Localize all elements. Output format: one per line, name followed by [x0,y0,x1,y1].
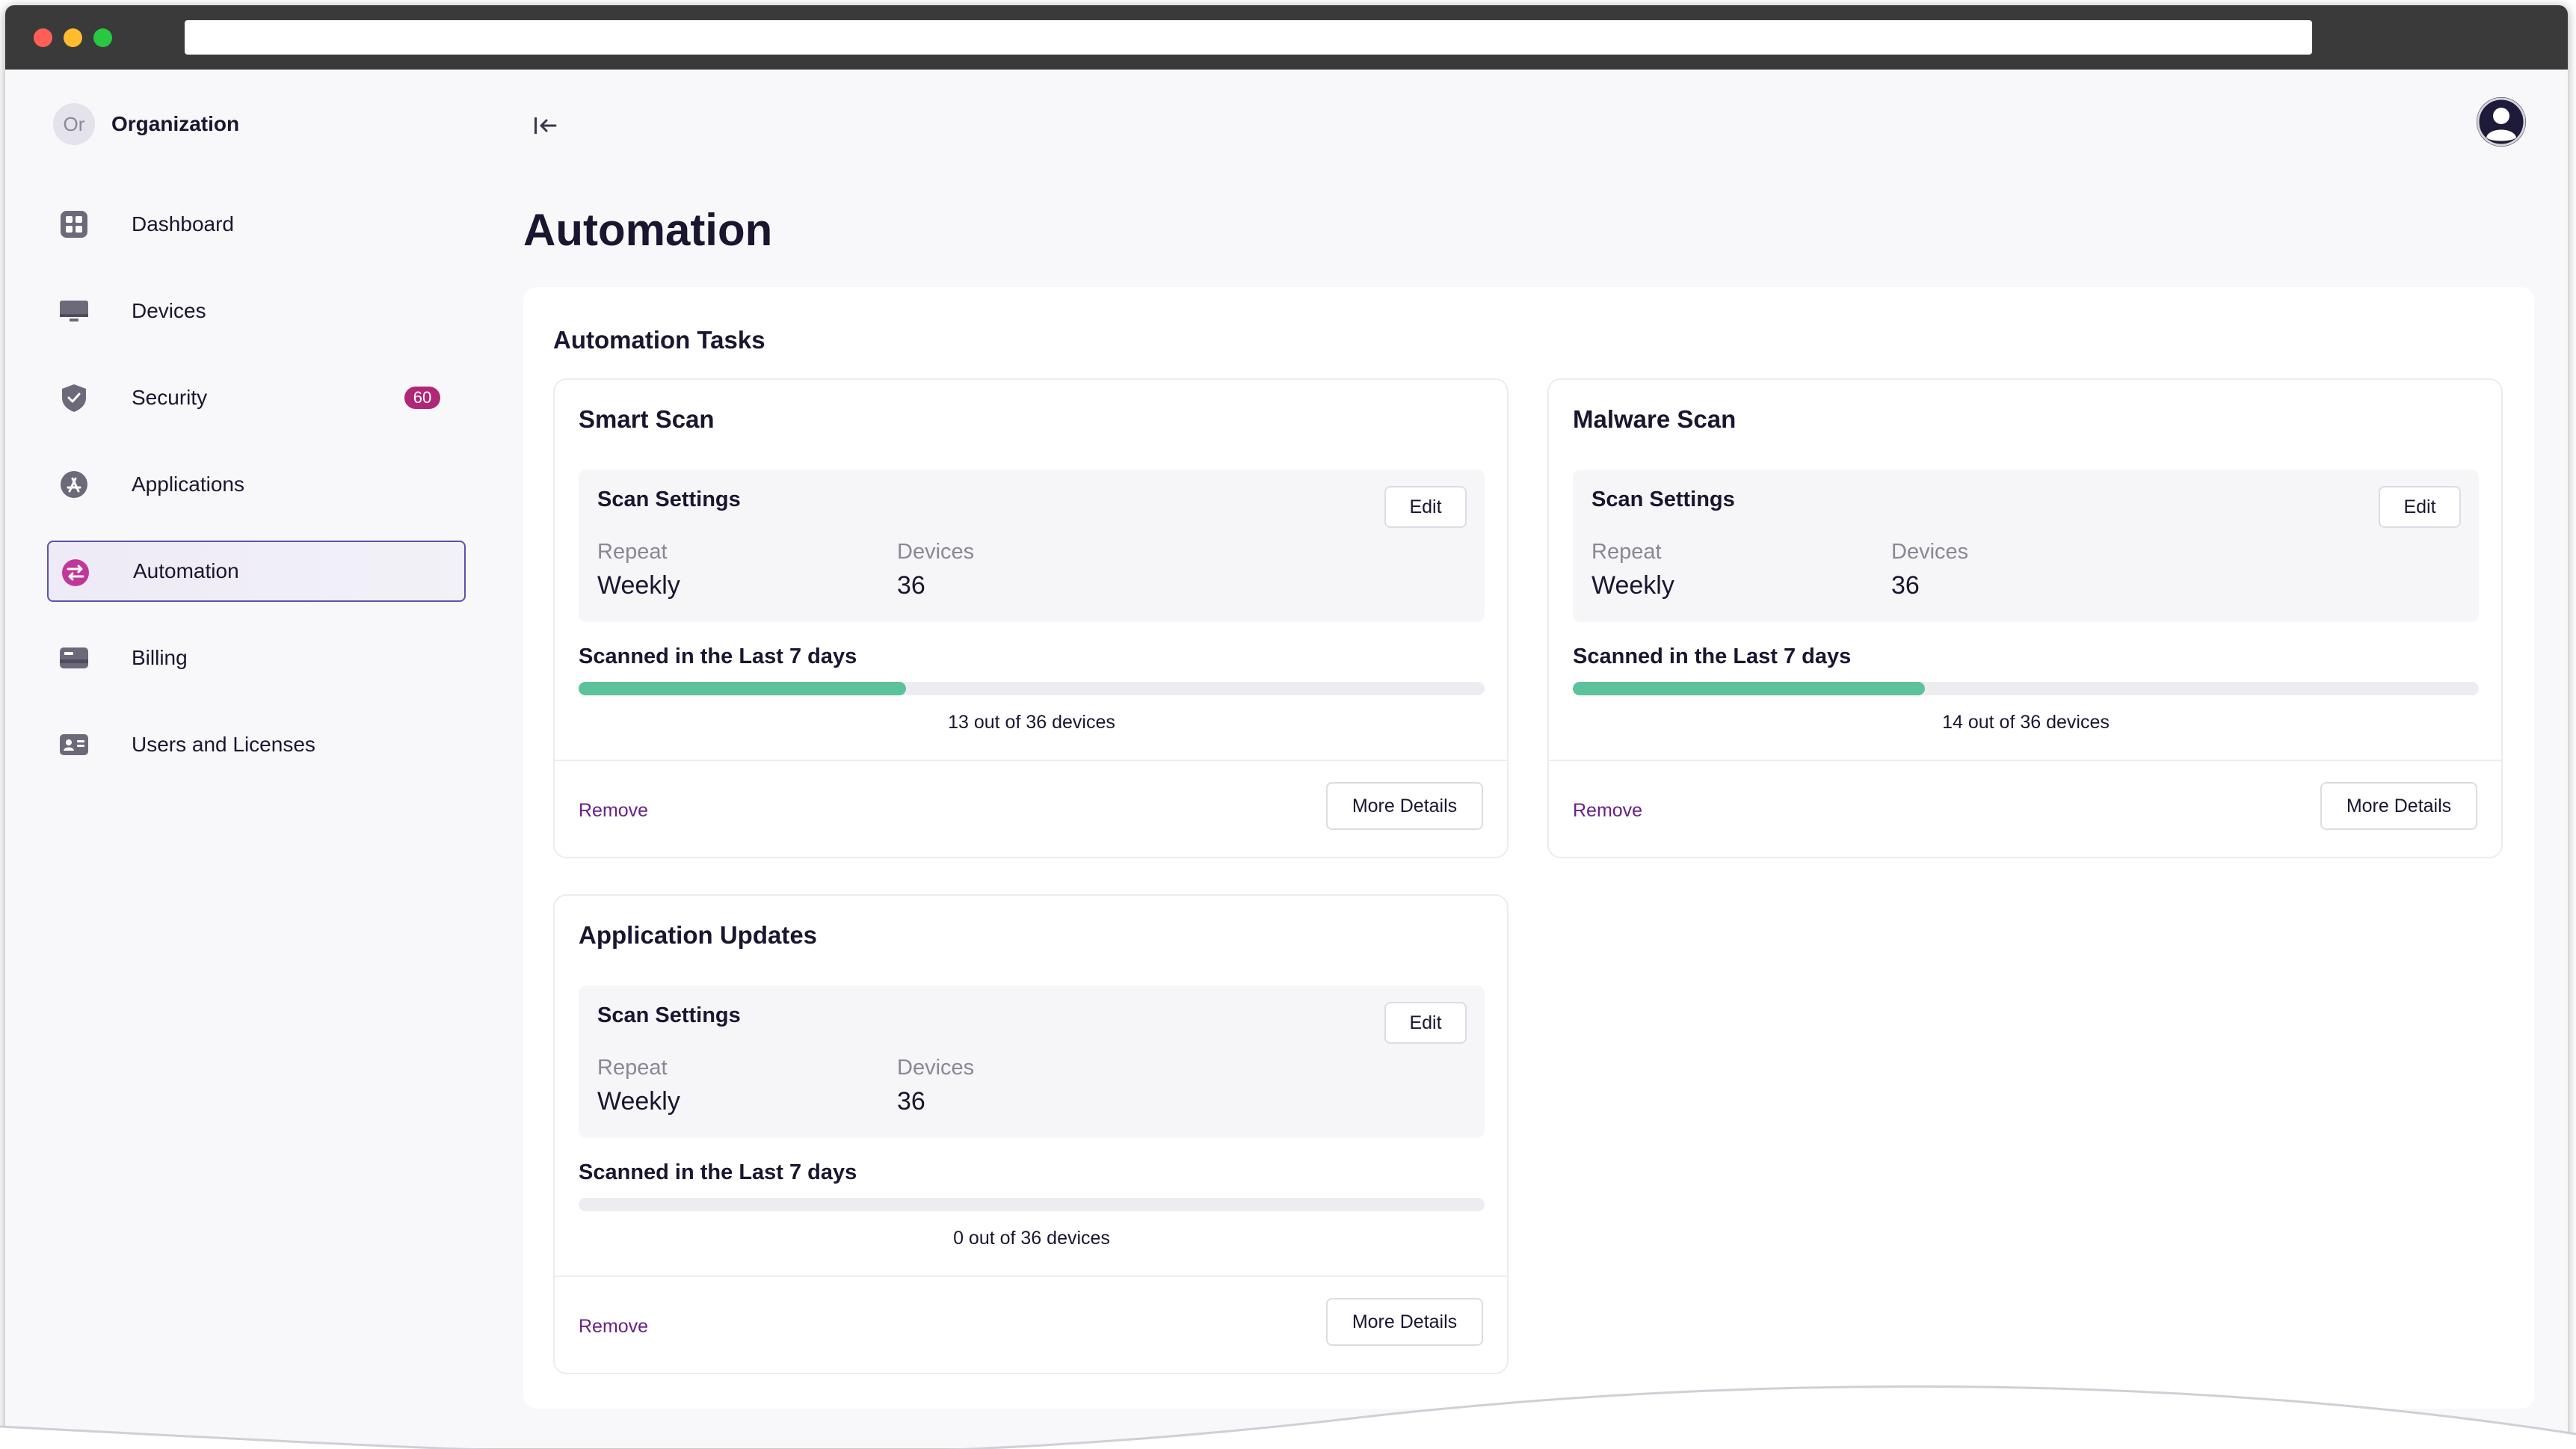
task-card-malware-scan: Malware Scan Scan Settings Edit Repeat W… [1547,378,2503,858]
task-title: Malware Scan [1573,405,1737,433]
repeat-value: Weekly [1591,571,1674,600]
scanned-label: Scanned in the Last 7 days [579,1160,857,1184]
sidebar-item-security[interactable]: Security 60 [47,367,466,428]
app-store-icon [61,471,87,498]
sidebar-item-users-and-licenses[interactable]: Users and Licenses [47,714,466,775]
edit-button[interactable]: Edit [2379,486,2461,528]
settings-title: Scan Settings [597,487,741,511]
monitor-icon [60,301,88,322]
repeat-label: Repeat [1591,540,1662,564]
more-details-button[interactable]: More Details [1326,782,1483,830]
scan-settings-box: Scan Settings Edit Repeat Weekly Devices… [579,985,1485,1138]
minimize-window-button[interactable] [64,28,82,47]
scan-settings-box: Scan Settings Edit Repeat Weekly Devices… [1573,470,2479,622]
remove-link[interactable]: Remove [579,1316,648,1338]
address-bar[interactable] [185,20,2312,55]
devices-label: Devices [1891,540,1969,564]
sidebar-item-devices[interactable]: Devices [47,280,466,342]
browser-titlebar [5,5,2568,70]
organization-switcher[interactable]: Or Organization [53,103,239,145]
shield-icon [62,384,86,412]
sidebar-item-automation[interactable]: Automation [47,541,466,602]
automation-panel: Automation Tasks Smart Scan Scan Setting… [523,287,2534,1409]
sidebar-item-billing[interactable]: Billing [47,627,466,689]
automation-icon [62,559,89,586]
maximize-window-button[interactable] [93,28,112,47]
user-avatar[interactable] [2477,97,2526,147]
page-wave-edge [0,1385,2576,1449]
devices-label: Devices [897,1056,975,1080]
devices-value: 36 [897,571,925,600]
user-icon [2477,97,2526,147]
edit-button[interactable]: Edit [1384,1002,1467,1044]
security-alert-badge: 60 [404,387,440,409]
scan-progress-bar [1573,682,2479,695]
scan-progress-fill [1573,682,1926,695]
close-window-button[interactable] [34,28,52,47]
browser-window: Or Organization Dashboard Devices Securi… [5,5,2568,1448]
sidebar-item-label: Users and Licenses [132,733,315,756]
devices-label: Devices [897,540,975,564]
devices-value: 36 [1891,571,1920,600]
sidebar-item-label: Devices [132,299,206,322]
sidebar-item-label: Billing [132,646,188,669]
scan-progress-bar [579,682,1485,695]
repeat-label: Repeat [597,1056,668,1080]
scan-progress-text: 0 out of 36 devices [953,1228,1110,1249]
billing-icon [60,647,88,668]
devices-value: 36 [897,1087,925,1116]
sidebar-item-dashboard[interactable]: Dashboard [47,194,466,255]
repeat-value: Weekly [597,1087,680,1116]
scan-settings-box: Scan Settings Edit Repeat Weekly Devices… [579,470,1485,622]
more-details-button[interactable]: More Details [2320,782,2477,830]
scan-progress-text: 13 out of 36 devices [948,712,1115,733]
sidebar-item-label: Applications [132,473,244,496]
sidebar-item-label: Dashboard [132,212,234,236]
id-card-icon [60,734,88,755]
scanned-label: Scanned in the Last 7 days [1573,644,1852,668]
task-card-application-updates: Application Updates Scan Settings Edit R… [553,894,1509,1374]
dashboard-icon [61,211,87,238]
task-title: Application Updates [579,921,818,949]
scan-progress-bar [579,1198,1485,1211]
card-divider [555,1276,1507,1277]
collapse-sidebar-icon[interactable] [533,114,558,137]
card-divider [555,760,1507,761]
scan-progress-text: 14 out of 36 devices [1942,712,2110,733]
sidebar-nav: Dashboard Devices Security 60 Applicatio… [47,194,466,801]
repeat-label: Repeat [597,540,668,564]
settings-title: Scan Settings [1591,487,1735,511]
settings-title: Scan Settings [597,1003,741,1027]
organization-avatar: Or [53,103,95,145]
sidebar-item-applications[interactable]: Applications [47,454,466,515]
remove-link[interactable]: Remove [1573,800,1642,822]
scan-progress-fill [579,682,906,695]
edit-button[interactable]: Edit [1384,486,1467,528]
scanned-label: Scanned in the Last 7 days [579,644,857,668]
section-title: Automation Tasks [553,326,765,354]
remove-link[interactable]: Remove [579,800,648,822]
card-divider [1549,760,2501,761]
task-card-smart-scan: Smart Scan Scan Settings Edit Repeat Wee… [553,378,1509,858]
sidebar-item-label: Security [132,386,208,409]
organization-name: Organization [111,112,240,135]
page-title: Automation [523,205,773,255]
task-title: Smart Scan [579,405,715,433]
repeat-value: Weekly [597,571,680,600]
sidebar-item-label: Automation [133,559,239,582]
